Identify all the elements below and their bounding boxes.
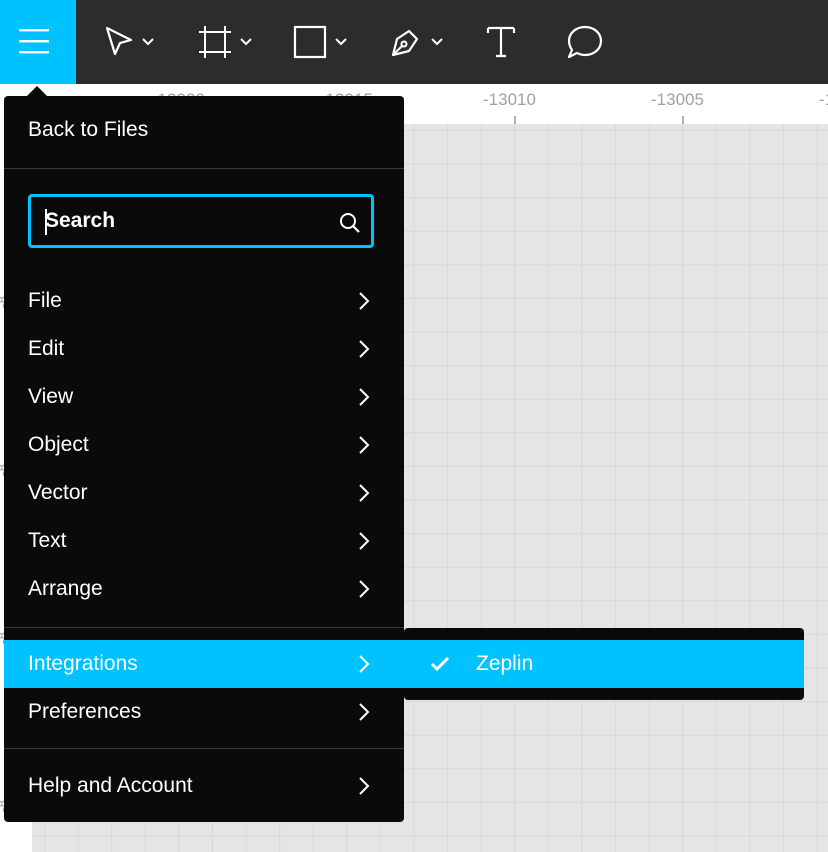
menu-item-label: Object: [28, 433, 89, 456]
menu-item-label: Help and Account: [28, 774, 193, 797]
hamburger-icon: [19, 29, 49, 54]
toolbar: [0, 0, 828, 84]
menu-item-object[interactable]: Object: [4, 421, 404, 469]
chevron-right-icon: [359, 484, 370, 502]
chevron-right-icon: [359, 580, 370, 598]
chevron-right-icon: [359, 436, 370, 454]
text-icon: [486, 26, 516, 58]
main-menu: Back to Files File Edit View Object Vect…: [4, 96, 404, 822]
chevron-right-icon: [359, 532, 370, 550]
chevron-right-icon: [359, 292, 370, 310]
menu-item-label: Vector: [28, 481, 88, 504]
menu-item-label: Edit: [28, 337, 65, 360]
chevron-down-icon: [335, 38, 347, 46]
menu-item-label: Text: [28, 529, 67, 552]
menu-item-label: Integrations: [28, 652, 138, 675]
pen-tool-button[interactable]: [389, 24, 443, 60]
back-to-files-item[interactable]: Back to Files: [4, 106, 404, 154]
menu-item-arrange[interactable]: Arrange: [4, 565, 404, 613]
chevron-right-icon: [359, 388, 370, 406]
chevron-right-icon: [359, 703, 370, 721]
menu-item-help-and-account[interactable]: Help and Account: [4, 762, 404, 810]
chevron-down-icon: [240, 38, 252, 46]
menu-item-preferences[interactable]: Preferences: [4, 688, 404, 736]
menu-item-label: View: [28, 385, 74, 408]
chevron-down-icon: [431, 38, 443, 46]
ruler-label: -1: [819, 90, 828, 109]
menu-item-text[interactable]: Text: [4, 517, 404, 565]
text-cursor: [45, 209, 47, 235]
chevron-right-icon: [359, 340, 370, 358]
rectangle-icon: [293, 25, 327, 59]
text-tool-button[interactable]: [486, 24, 516, 60]
menu-item-vector[interactable]: Vector: [4, 469, 404, 517]
move-tool-button[interactable]: [104, 24, 154, 60]
submenu-item-zeplin[interactable]: Zeplin: [404, 640, 804, 688]
search-icon: [340, 213, 360, 233]
chevron-down-icon: [142, 38, 154, 46]
chevron-right-icon: [359, 655, 370, 673]
back-to-files-label: Back to Files: [28, 118, 149, 141]
menu-divider: [4, 627, 404, 628]
pen-icon: [391, 29, 419, 57]
checkmark-icon: [430, 656, 450, 672]
frame-icon: [199, 26, 231, 58]
frame-tool-button[interactable]: [198, 24, 252, 60]
chevron-right-icon: [359, 777, 370, 795]
search-field[interactable]: [28, 194, 374, 248]
ruler-tick: [682, 116, 684, 124]
ruler-label: -13010: [483, 90, 536, 109]
menu-divider: [4, 168, 404, 169]
ruler-tick: [514, 116, 516, 124]
comment-bubble-icon: [567, 25, 603, 59]
menu-item-view[interactable]: View: [4, 373, 404, 421]
menu-divider: [4, 748, 404, 749]
menu-item-label: Arrange: [28, 577, 103, 600]
menu-item-label: Preferences: [28, 700, 142, 723]
cursor-arrow-icon: [105, 26, 133, 56]
ruler-label: -13005: [651, 90, 704, 109]
menu-item-edit[interactable]: Edit: [4, 325, 404, 373]
shape-tool-button[interactable]: [293, 24, 347, 60]
search-input[interactable]: [43, 208, 327, 234]
menu-item-file[interactable]: File: [4, 277, 404, 325]
submenu-item-label: Zeplin: [476, 652, 534, 675]
main-menu-button[interactable]: [0, 0, 76, 84]
comment-tool-button[interactable]: [566, 24, 604, 60]
integrations-submenu: Zeplin: [404, 628, 804, 700]
menu-item-integrations[interactable]: Integrations: [4, 640, 404, 688]
menu-item-label: File: [28, 289, 62, 312]
